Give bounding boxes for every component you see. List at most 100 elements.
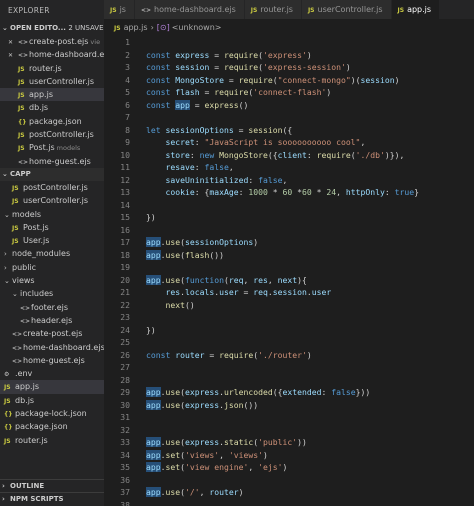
file-item[interactable]: <>footer.ejs	[0, 301, 104, 314]
code-line: 29 app.use(express.urlencoded({extended: …	[104, 386, 474, 399]
json-file-icon: {}	[18, 118, 27, 126]
code-line: 3 const session = require('express-sessio…	[104, 61, 474, 74]
chevron-right-icon: ›	[2, 495, 5, 503]
folder-item[interactable]: ⌄ models	[0, 208, 104, 221]
editor-tab[interactable]: <> home-dashboard.ejs	[134, 0, 245, 19]
open-editor-label: db.js	[29, 103, 49, 113]
editor-tab[interactable]: JS app.js	[391, 0, 441, 19]
code-editor[interactable]: 1 2 const express = require('express') 3 con…	[104, 36, 474, 506]
line-number: 16	[120, 224, 130, 235]
file-item[interactable]: <>home-dashboard.ejs	[0, 341, 104, 354]
file-item[interactable]: ⚙ .env	[0, 367, 104, 380]
breadcrumb-symbol[interactable]: <unknown>	[172, 23, 222, 32]
code-line: 16	[104, 224, 474, 237]
code-line: 5 const flash = require('connect-flash')	[104, 86, 474, 99]
code-text: cookie: {maxAge: 1000 * 60 *60 * 24, htt…	[165, 187, 419, 197]
code-text: store: new MongoStore({client: require('…	[165, 149, 405, 160]
file-item[interactable]: JS User.js	[0, 234, 104, 247]
line-number: 27	[120, 362, 130, 372]
open-editors-header[interactable]: ⌄OPEN EDITO... 2 UNSAVED	[0, 22, 104, 35]
code-text: app.use(function(req, res, next){	[146, 274, 307, 285]
editor-tab[interactable]: JS js	[104, 0, 135, 19]
outline-header[interactable]: › OUTLINE	[0, 479, 104, 492]
file-label: postController.js	[23, 182, 88, 192]
folder-item[interactable]: › public	[0, 261, 104, 274]
file-item[interactable]: JS userController.js	[0, 194, 104, 207]
code-line: 38	[104, 499, 474, 506]
code-line: 17 app.use(sessionOptions)	[104, 236, 474, 249]
open-editor-item[interactable]: {} package.json	[0, 115, 104, 128]
file-item[interactable]: JS app.js	[0, 380, 104, 394]
env-file-icon: ⚙	[4, 371, 10, 379]
open-editor-item[interactable]: JS router.js	[0, 62, 104, 75]
file-item[interactable]: JS Post.js	[0, 221, 104, 234]
file-item[interactable]: JS postController.js	[0, 181, 104, 194]
open-editor-label: package.json	[29, 116, 82, 126]
code-line: 33 app.use(express.static('public'))	[104, 436, 474, 449]
code-text: })	[146, 212, 156, 222]
file-item[interactable]: {} package-lock.json	[0, 407, 104, 420]
code-line: 6 const app = express()	[104, 99, 474, 112]
js-file-icon: JS	[12, 224, 19, 232]
line-number: 8	[125, 124, 130, 135]
open-editor-item[interactable]: <>home-guest.ejs	[0, 155, 104, 168]
code-line: 30 app.use(express.json())	[104, 399, 474, 412]
file-item[interactable]: <>create-post.ejs	[0, 327, 104, 340]
project-header[interactable]: ⌄ CAPP	[0, 167, 104, 181]
folder-item[interactable]: ⌄ includes	[0, 287, 104, 300]
file-label: home-guest.ejs	[23, 355, 85, 365]
editor-tab[interactable]: JS router.js	[244, 0, 302, 19]
line-number: 32	[120, 424, 130, 435]
open-editor-label: router.js	[29, 63, 62, 73]
js-file-icon: JS	[250, 7, 258, 14]
open-editor-item[interactable]: JS db.js	[0, 101, 104, 114]
file-label: User.js	[23, 236, 50, 246]
tab-label: js	[119, 5, 126, 14]
file-item[interactable]: <>header.ejs	[0, 314, 104, 327]
close-icon[interactable]: ✕	[8, 36, 18, 48]
unsaved-badge: 2 UNSAVED	[68, 24, 104, 32]
json-file-icon: {}	[4, 424, 13, 432]
js-file-icon: JS	[12, 184, 19, 192]
file-label: package.json	[15, 422, 68, 432]
folder-item[interactable]: ⌄ views	[0, 274, 104, 287]
js-file-icon: JS	[307, 7, 315, 14]
line-number: 2	[125, 49, 130, 60]
code-line: 34 app.set('views', 'views')	[104, 449, 474, 462]
file-item[interactable]: JS router.js	[0, 434, 104, 447]
ejs-file-icon: <>	[20, 317, 31, 325]
open-editor-path-hint: models	[56, 144, 81, 153]
open-editor-path-hint: vie	[90, 38, 101, 46]
folder-item[interactable]: › node_modules	[0, 247, 104, 260]
file-item[interactable]: <>home-guest.ejs	[0, 354, 104, 367]
open-editor-item[interactable]: JS postController.js	[0, 128, 104, 141]
js-file-icon: JS	[4, 397, 11, 405]
js-file-icon: JS	[114, 25, 121, 32]
code-line: 23	[104, 311, 474, 324]
code-text: const router = require('./router')	[146, 349, 312, 360]
ejs-file-icon: <>	[12, 357, 23, 365]
open-editor-label: Post.js	[29, 143, 55, 153]
code-text: app.set('view engine', 'ejs')	[146, 462, 288, 472]
open-editor-item[interactable]: ✕ <>home-dashboard.ejs	[0, 48, 104, 61]
close-icon[interactable]: ✕	[8, 49, 18, 61]
editor-tab[interactable]: JS userController.js	[301, 0, 392, 19]
open-editor-item[interactable]: JS app.js	[0, 88, 104, 102]
npm-scripts-header[interactable]: › NPM SCRIPTS	[0, 492, 104, 505]
open-editor-item[interactable]: JS Post.js models	[0, 141, 104, 154]
code-line: 8 let sessionOptions = session({	[104, 124, 474, 137]
line-number: 35	[120, 462, 130, 472]
breadcrumb-file[interactable]: app.js	[124, 23, 148, 32]
folder-label: includes	[20, 289, 54, 299]
js-file-icon: JS	[18, 145, 25, 153]
code-text: const flash = require('connect-flash')	[146, 87, 332, 97]
open-editor-label: postController.js	[29, 130, 94, 140]
open-editor-item[interactable]: JS userController.js	[0, 75, 104, 88]
js-file-icon: JS	[18, 65, 25, 73]
file-item[interactable]: JS db.js	[0, 394, 104, 407]
open-editor-item[interactable]: ✕ <>create-post.ejs vie	[0, 35, 104, 48]
file-item[interactable]: {} package.json	[0, 420, 104, 433]
code-line: 31	[104, 411, 474, 424]
chevron-down-icon: ⌄	[2, 24, 8, 32]
breadcrumb: JS app.js › [⊙] <unknown>	[104, 19, 474, 36]
